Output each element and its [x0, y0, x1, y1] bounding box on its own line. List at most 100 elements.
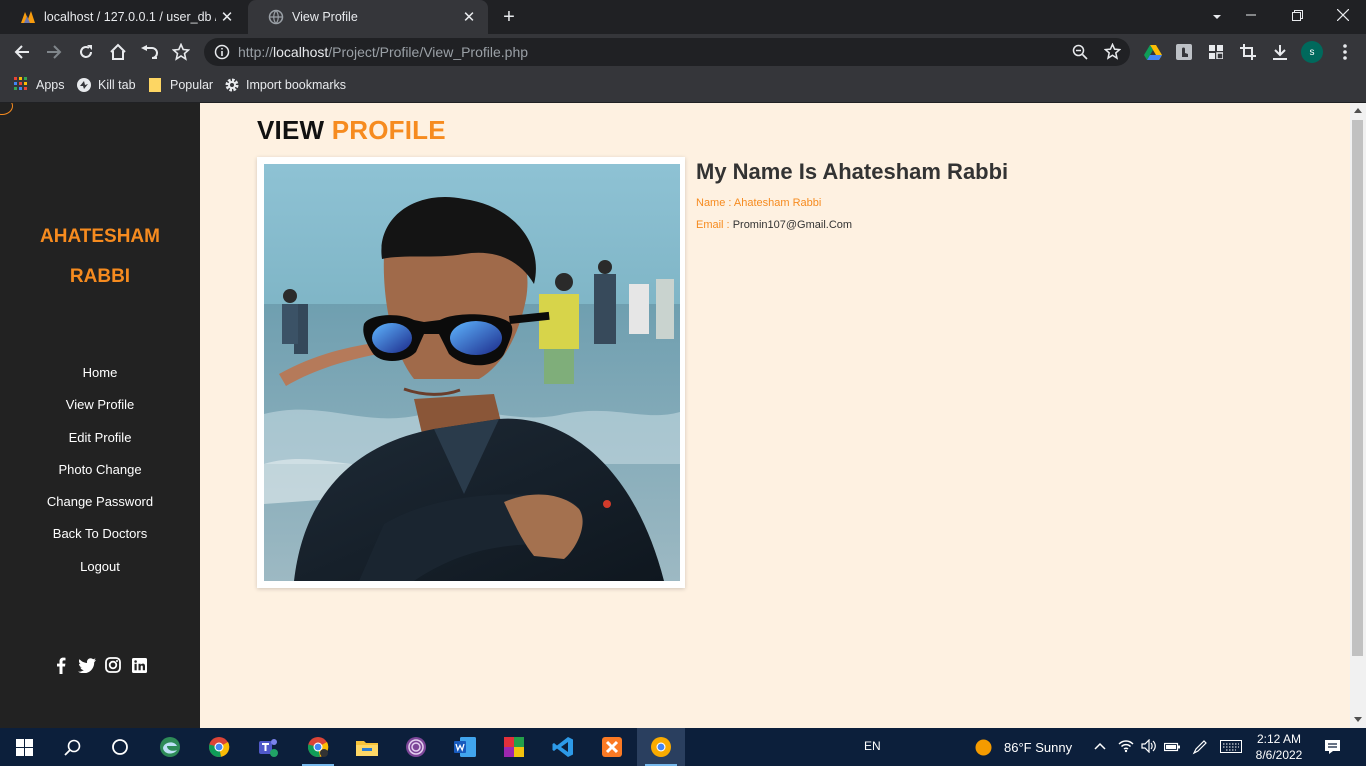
- bookmark-kill-tab[interactable]: Kill tab: [76, 77, 136, 93]
- minimize-button[interactable]: [1228, 0, 1274, 34]
- new-tab-button[interactable]: +: [498, 6, 520, 28]
- download-icon[interactable]: [1267, 39, 1293, 65]
- teams-icon[interactable]: [244, 728, 292, 766]
- system-clock[interactable]: 2:12 AM 8/6/2022: [1248, 731, 1310, 763]
- nav-edit-profile[interactable]: Edit Profile: [0, 428, 200, 460]
- kill-tab-icon: [76, 77, 92, 93]
- pen-icon[interactable]: [1192, 739, 1208, 760]
- chrome-profile-icon[interactable]: [294, 728, 342, 766]
- profile-avatar[interactable]: s: [1299, 39, 1325, 65]
- brand-last-name: RABBI: [69, 266, 131, 287]
- nav-back-to-doctors[interactable]: Back To Doctors: [0, 524, 200, 556]
- bookmark-label: Apps: [36, 78, 65, 92]
- tab-view-profile[interactable]: View Profile ✕: [248, 0, 488, 34]
- clock-date: 8/6/2022: [1255, 748, 1303, 762]
- edge-legacy-icon[interactable]: [146, 728, 194, 766]
- tor-browser-icon[interactable]: [392, 728, 440, 766]
- file-explorer-icon[interactable]: [343, 728, 391, 766]
- sidebar-brand: AHATESHAM RABBI: [0, 227, 200, 307]
- nav-photo-change[interactable]: Photo Change: [0, 460, 200, 492]
- winrar-icon[interactable]: [490, 728, 538, 766]
- back-button[interactable]: [9, 39, 35, 65]
- crop-icon[interactable]: [1235, 39, 1261, 65]
- nav-change-password[interactable]: Change Password: [0, 492, 200, 524]
- notification-icon[interactable]: [1324, 739, 1341, 760]
- name-label: Name :: [696, 197, 734, 209]
- url-text: http://localhost/Project/Profile/View_Pr…: [238, 44, 529, 60]
- email-row: Email : Promin107@Gmail.Com: [696, 219, 1296, 231]
- wifi-icon[interactable]: [1118, 739, 1134, 758]
- page-title-part1: VIEW: [257, 115, 325, 145]
- bookmark-apps[interactable]: Apps: [14, 77, 65, 93]
- folder-icon: [148, 77, 164, 93]
- profile-heading: My Name Is Ahatesham Rabbi: [696, 159, 1009, 184]
- bookmark-import[interactable]: Import bookmarks: [224, 77, 346, 93]
- close-tab-icon[interactable]: ✕: [216, 8, 238, 26]
- phpmyadmin-icon: [20, 9, 36, 25]
- scrollbar-thumb[interactable]: [1352, 120, 1363, 656]
- page-title-part2: PROFILE: [331, 115, 446, 145]
- browser-tab-strip: localhost / 127.0.0.1 / user_db / u ✕ Vi…: [0, 0, 1366, 34]
- bookmark-page-star-icon[interactable]: [1103, 42, 1122, 65]
- nav-view-profile[interactable]: View Profile: [0, 395, 200, 427]
- close-window-button[interactable]: [1320, 0, 1366, 34]
- menu-kebab-icon[interactable]: [1332, 39, 1358, 65]
- xampp-icon[interactable]: [588, 728, 636, 766]
- linkedin-icon[interactable]: [130, 656, 148, 674]
- email-value: Promin107@Gmail.Com: [732, 219, 853, 231]
- close-tab-icon[interactable]: ✕: [458, 8, 480, 26]
- undo-icon[interactable]: [137, 39, 163, 65]
- sidebar: AHATESHAM RABBI Home View Profile Edit P…: [0, 103, 200, 728]
- restore-button[interactable]: [1274, 0, 1320, 34]
- home-button[interactable]: [105, 39, 131, 65]
- windows-taskbar: EN 86°F Sunny 2:12 AM 8/6/2022: [0, 728, 1366, 766]
- profile-info: My Name Is Ahatesham Rabbi Name : Ahates…: [696, 159, 1296, 231]
- chrome-canary-icon[interactable]: [637, 728, 685, 766]
- nav-logout[interactable]: Logout: [0, 557, 200, 589]
- page-title: VIEW PROFILE: [257, 115, 446, 146]
- profile-photo-frame: [257, 157, 685, 588]
- instagram-icon[interactable]: [104, 656, 122, 674]
- start-button[interactable]: [0, 728, 48, 766]
- tab-title: View Profile: [292, 10, 358, 24]
- reload-button[interactable]: [73, 39, 99, 65]
- sun-weather-icon[interactable]: [975, 739, 992, 761]
- google-drive-icon[interactable]: [1140, 39, 1166, 65]
- cortana-icon[interactable]: [96, 728, 144, 766]
- language-indicator[interactable]: EN: [864, 739, 881, 753]
- scroll-down-arrow-icon[interactable]: [1354, 717, 1362, 722]
- chevron-up-icon[interactable]: [1094, 740, 1106, 758]
- zoom-icon[interactable]: [1072, 44, 1088, 65]
- extension-touch-icon[interactable]: [1171, 39, 1197, 65]
- chrome-icon[interactable]: [195, 728, 243, 766]
- bookmark-label: Popular: [170, 78, 214, 92]
- keyboard-icon[interactable]: [1220, 740, 1242, 758]
- nav-home[interactable]: Home: [0, 363, 200, 395]
- profile-initial: s: [1301, 41, 1323, 63]
- tab-phpmyadmin[interactable]: localhost / 127.0.0.1 / user_db / u ✕: [0, 0, 246, 34]
- scroll-up-arrow-icon[interactable]: [1354, 108, 1362, 113]
- facebook-icon[interactable]: [52, 656, 70, 674]
- info-icon[interactable]: [214, 44, 230, 65]
- page-scrollbar[interactable]: [1350, 103, 1366, 728]
- volume-icon[interactable]: [1141, 738, 1157, 758]
- extensions-grid-icon[interactable]: [1203, 39, 1229, 65]
- profile-photo: [264, 164, 680, 581]
- vscode-icon[interactable]: [539, 728, 587, 766]
- word-icon[interactable]: [441, 728, 489, 766]
- address-bar[interactable]: http://localhost/Project/Profile/View_Pr…: [204, 38, 1130, 66]
- logo-ring-icon: [0, 103, 13, 115]
- battery-icon[interactable]: [1163, 740, 1181, 758]
- bookmark-star-icon[interactable]: [168, 39, 194, 65]
- gear-icon: [224, 77, 240, 93]
- twitter-icon[interactable]: [78, 656, 96, 674]
- brand-first-name: AHATESHAM: [40, 226, 160, 247]
- search-icon[interactable]: [48, 728, 96, 766]
- bookmark-popular[interactable]: Popular: [148, 77, 213, 93]
- apps-grid-icon: [14, 77, 30, 93]
- weather-text[interactable]: 86°F Sunny: [1004, 740, 1072, 755]
- globe-icon: [268, 9, 284, 25]
- clock-time: 2:12 AM: [1256, 732, 1302, 746]
- browser-toolbar: http://localhost/Project/Profile/View_Pr…: [0, 34, 1366, 70]
- forward-button[interactable]: [41, 39, 67, 65]
